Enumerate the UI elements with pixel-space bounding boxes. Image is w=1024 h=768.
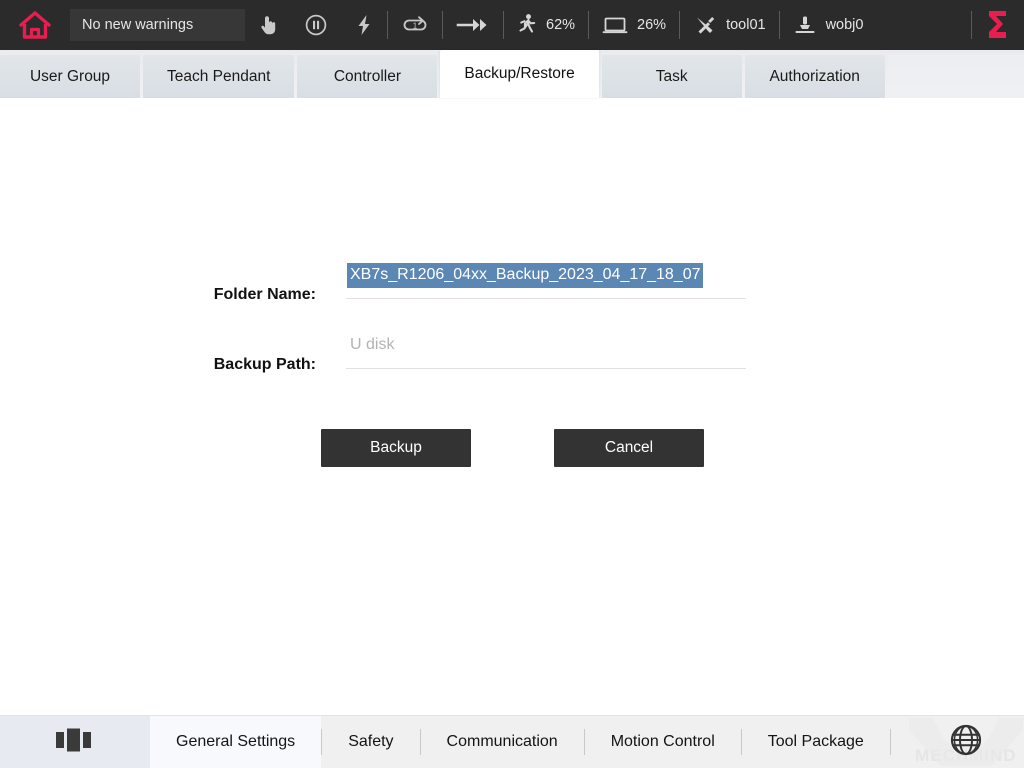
tab-authorization[interactable]: Authorization (745, 55, 885, 98)
bottom-item-label: General Settings (176, 733, 295, 751)
form-actions: Backup Cancel (0, 429, 1024, 467)
robot-arm-icon (985, 8, 1011, 42)
bottom-item-label: Safety (348, 733, 393, 751)
running-person-icon (517, 13, 537, 37)
monitor-icon (602, 15, 628, 35)
input-underline (346, 368, 746, 369)
application-window: No new warnings (0, 0, 1024, 768)
fast-forward-icon (456, 16, 490, 34)
bottom-item-label: Motion Control (611, 733, 715, 751)
hand-pointer-icon (258, 14, 278, 36)
language-button[interactable]: MECHMIND (891, 716, 1024, 768)
settings-tab-bar: User Group Teach Pendant Controller Back… (0, 50, 1024, 99)
backup-path-placeholder: U disk (350, 335, 394, 355)
tab-label: Controller (334, 68, 401, 86)
tool-name: tool01 (726, 17, 766, 33)
bottom-item-label: Communication (447, 733, 558, 751)
folder-name-value: XB7s_R1206_04xx_Backup_2023_04_17_18_07 (347, 263, 703, 288)
backup-restore-panel: Folder Name: XB7s_R1206_04xx_Backup_2023… (0, 99, 1024, 715)
input-underline (346, 298, 746, 299)
power-button[interactable] (341, 0, 387, 50)
bottom-item-communication[interactable]: Communication (421, 716, 584, 768)
lightning-bolt-icon (354, 13, 374, 37)
robot-status-button[interactable] (972, 0, 1024, 50)
tab-label: User Group (30, 68, 110, 86)
tab-label: Teach Pendant (167, 68, 270, 86)
folder-name-row: Folder Name: XB7s_R1206_04xx_Backup_2023… (0, 261, 1024, 307)
speed-indicator[interactable]: 62% (504, 0, 588, 50)
loop-once-icon: 1 (401, 15, 429, 35)
tab-label: Task (656, 68, 688, 86)
tab-task[interactable]: Task (602, 55, 742, 98)
tab-backup-restore[interactable]: Backup/Restore (440, 50, 598, 98)
folder-name-input[interactable]: XB7s_R1206_04xx_Backup_2023_04_17_18_07 (346, 261, 746, 299)
globe-language-icon (948, 722, 984, 763)
backup-path-row: Backup Path: U disk (0, 331, 1024, 377)
folder-name-label: Folder Name: (0, 286, 346, 304)
home-icon (18, 9, 52, 41)
bottom-item-general-settings[interactable]: General Settings (150, 716, 321, 768)
speed-value: 62% (546, 17, 575, 33)
jog-mode-button[interactable] (245, 0, 291, 50)
load-indicator[interactable]: 26% (589, 0, 679, 50)
modules-grid-icon (53, 727, 97, 758)
tab-label: Authorization (769, 68, 859, 86)
tool-indicator[interactable]: tool01 (680, 0, 779, 50)
home-button[interactable] (0, 0, 70, 50)
tab-teach-pendant[interactable]: Teach Pendant (143, 55, 294, 98)
warning-message-box[interactable]: No new warnings (70, 9, 245, 41)
backup-button[interactable]: Backup (321, 429, 471, 467)
pause-button[interactable] (291, 0, 341, 50)
bottom-nav-bar: General Settings Safety Communication Mo… (0, 715, 1024, 768)
bottom-item-label: Tool Package (768, 733, 864, 751)
tab-user-group[interactable]: User Group (0, 55, 140, 98)
workobject-name: wobj0 (826, 17, 864, 33)
backup-path-label: Backup Path: (0, 356, 346, 374)
bottom-item-safety[interactable]: Safety (322, 716, 419, 768)
workobject-icon (793, 14, 817, 36)
run-cycle-button[interactable]: 1 (388, 0, 442, 50)
top-status-bar: No new warnings (0, 0, 1024, 50)
pause-circle-icon (304, 13, 328, 37)
bottom-item-motion-control[interactable]: Motion Control (585, 716, 741, 768)
warning-text: No new warnings (82, 17, 193, 33)
backup-path-input[interactable]: U disk (346, 331, 746, 369)
tab-label: Backup/Restore (464, 65, 574, 83)
bottom-item-tool-package[interactable]: Tool Package (742, 716, 890, 768)
tab-controller[interactable]: Controller (297, 55, 437, 98)
load-value: 26% (637, 17, 666, 33)
backup-form: Folder Name: XB7s_R1206_04xx_Backup_2023… (0, 261, 1024, 467)
step-forward-button[interactable] (443, 0, 503, 50)
svg-text:1: 1 (413, 21, 418, 30)
workobject-indicator[interactable]: wobj0 (780, 0, 877, 50)
tabbar-filler (888, 55, 1024, 98)
tools-icon (693, 14, 717, 36)
modules-button[interactable] (0, 716, 150, 768)
cancel-button[interactable]: Cancel (554, 429, 704, 467)
